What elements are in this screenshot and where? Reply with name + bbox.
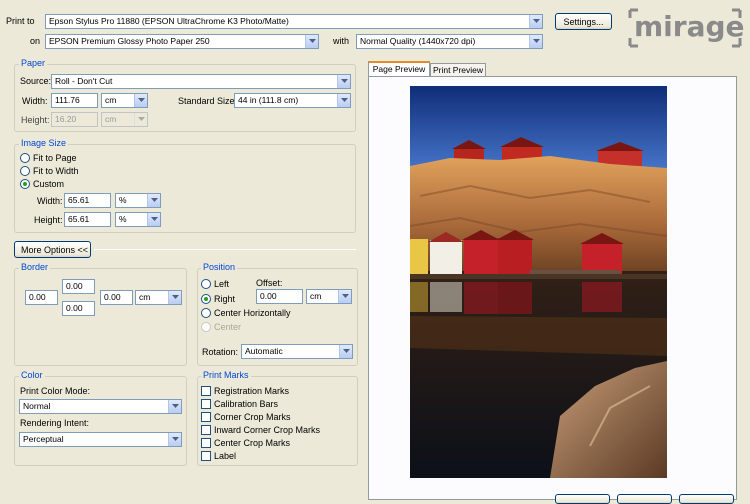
paper-type-select[interactable]: EPSON Premium Glossy Photo Paper 250: [45, 34, 319, 49]
border-unit-select[interactable]: cm: [135, 290, 182, 305]
border-left-input[interactable]: 0.00: [25, 290, 58, 305]
chevron-down-icon: [337, 94, 350, 107]
calibration-bars-checkbox[interactable]: Calibration Bars: [201, 398, 278, 410]
position-right-radio[interactable]: Right: [201, 293, 235, 305]
more-options-button[interactable]: More Options <<: [14, 241, 91, 258]
image-width-unit-select[interactable]: %: [115, 193, 161, 208]
chevron-down-icon: [147, 194, 160, 207]
image-width-label: Width:: [37, 196, 63, 206]
paper-width-label: Width:: [22, 96, 48, 106]
preview-photo: [409, 86, 668, 478]
bottom-button-3[interactable]: [679, 494, 734, 504]
color-mode-select[interactable]: Normal: [19, 399, 182, 414]
chevron-down-icon: [147, 213, 160, 226]
paper-group-title: Paper: [19, 58, 48, 69]
center-crop-marks-checkbox[interactable]: Center Crop Marks: [201, 437, 290, 449]
tab-print-preview[interactable]: Print Preview: [430, 63, 486, 77]
offset-label: Offset:: [256, 278, 283, 288]
rendering-intent-label: Rendering Intent:: [20, 418, 90, 428]
chevron-down-icon: [305, 35, 318, 48]
settings-button[interactable]: Settings...: [555, 13, 612, 30]
fit-to-page-radio[interactable]: Fit to Page: [20, 152, 77, 164]
label-checkbox[interactable]: Label: [201, 450, 236, 462]
chevron-down-icon: [134, 113, 147, 126]
with-label: with: [333, 36, 350, 46]
on-label: on: [30, 36, 41, 46]
color-group-title: Color: [19, 370, 45, 381]
rotation-select[interactable]: Automatic: [241, 344, 353, 359]
image-height-input[interactable]: 65.61: [64, 212, 111, 227]
rendering-intent-select[interactable]: Perceptual: [19, 432, 182, 447]
center-radio: Center: [201, 321, 241, 333]
chevron-down-icon: [168, 400, 181, 413]
fit-to-width-radio[interactable]: Fit to Width: [20, 165, 79, 177]
bottom-button-1[interactable]: [555, 494, 610, 504]
paper-width-input[interactable]: 111.76: [51, 93, 98, 108]
chevron-down-icon: [168, 291, 181, 304]
rotation-label: Rotation:: [202, 347, 239, 357]
print-marks-group-title: Print Marks: [201, 370, 251, 381]
quality-select[interactable]: Normal Quality (1440x720 dpi): [356, 34, 543, 49]
image-height-unit-select[interactable]: %: [115, 212, 161, 227]
position-left-radio[interactable]: Left: [201, 278, 229, 290]
image-size-group-title: Image Size: [19, 138, 69, 149]
photo-image: [409, 86, 668, 478]
bottom-button-2[interactable]: [617, 494, 672, 504]
custom-radio[interactable]: Custom: [20, 178, 64, 190]
chevron-down-icon: [337, 75, 350, 88]
logo-text: mirage: [634, 10, 745, 43]
source-label: Source:: [20, 76, 52, 86]
border-bottom-input[interactable]: 0.00: [62, 301, 95, 316]
paper-width-unit-select[interactable]: cm: [101, 93, 148, 108]
printer-select[interactable]: Epson Stylus Pro 11880 (EPSON UltraChrom…: [45, 14, 543, 29]
chevron-down-icon: [339, 345, 352, 358]
print-to-label: Print to: [6, 16, 35, 26]
chevron-down-icon: [168, 433, 181, 446]
center-horizontally-radio[interactable]: Center Horizontally: [201, 307, 291, 319]
chevron-down-icon: [529, 15, 542, 28]
image-width-input[interactable]: 65.61: [64, 193, 111, 208]
corner-crop-marks-checkbox[interactable]: Corner Crop Marks: [201, 411, 291, 423]
border-group-title: Border: [19, 262, 51, 273]
standard-size-select[interactable]: 44 in (111.8 cm): [234, 93, 351, 108]
chevron-down-icon: [134, 94, 147, 107]
border-right-input[interactable]: 0.00: [100, 290, 133, 305]
paper-height-label: Height:: [21, 115, 50, 125]
color-mode-label: Print Color Mode:: [20, 386, 91, 396]
offset-input[interactable]: 0.00: [256, 289, 303, 304]
separator-line: [94, 249, 356, 250]
offset-unit-select[interactable]: cm: [306, 289, 352, 304]
border-group: [14, 268, 187, 366]
border-top-input[interactable]: 0.00: [62, 279, 95, 294]
source-select[interactable]: Roll - Don't Cut: [51, 74, 351, 89]
tab-page-preview[interactable]: Page Preview: [368, 61, 430, 76]
image-height-label: Height:: [34, 215, 63, 225]
paper-height-unit-select: cm: [101, 112, 148, 127]
registration-marks-checkbox[interactable]: Registration Marks: [201, 385, 289, 397]
paper-height-input: 16.20: [51, 112, 98, 127]
position-group-title: Position: [201, 262, 238, 273]
inward-corner-crop-marks-checkbox[interactable]: Inward Corner Crop Marks: [201, 424, 320, 436]
chevron-down-icon: [338, 290, 351, 303]
standard-size-label: Standard Size:: [178, 96, 238, 106]
chevron-down-icon: [529, 35, 542, 48]
mirage-logo: mirage: [628, 8, 745, 48]
